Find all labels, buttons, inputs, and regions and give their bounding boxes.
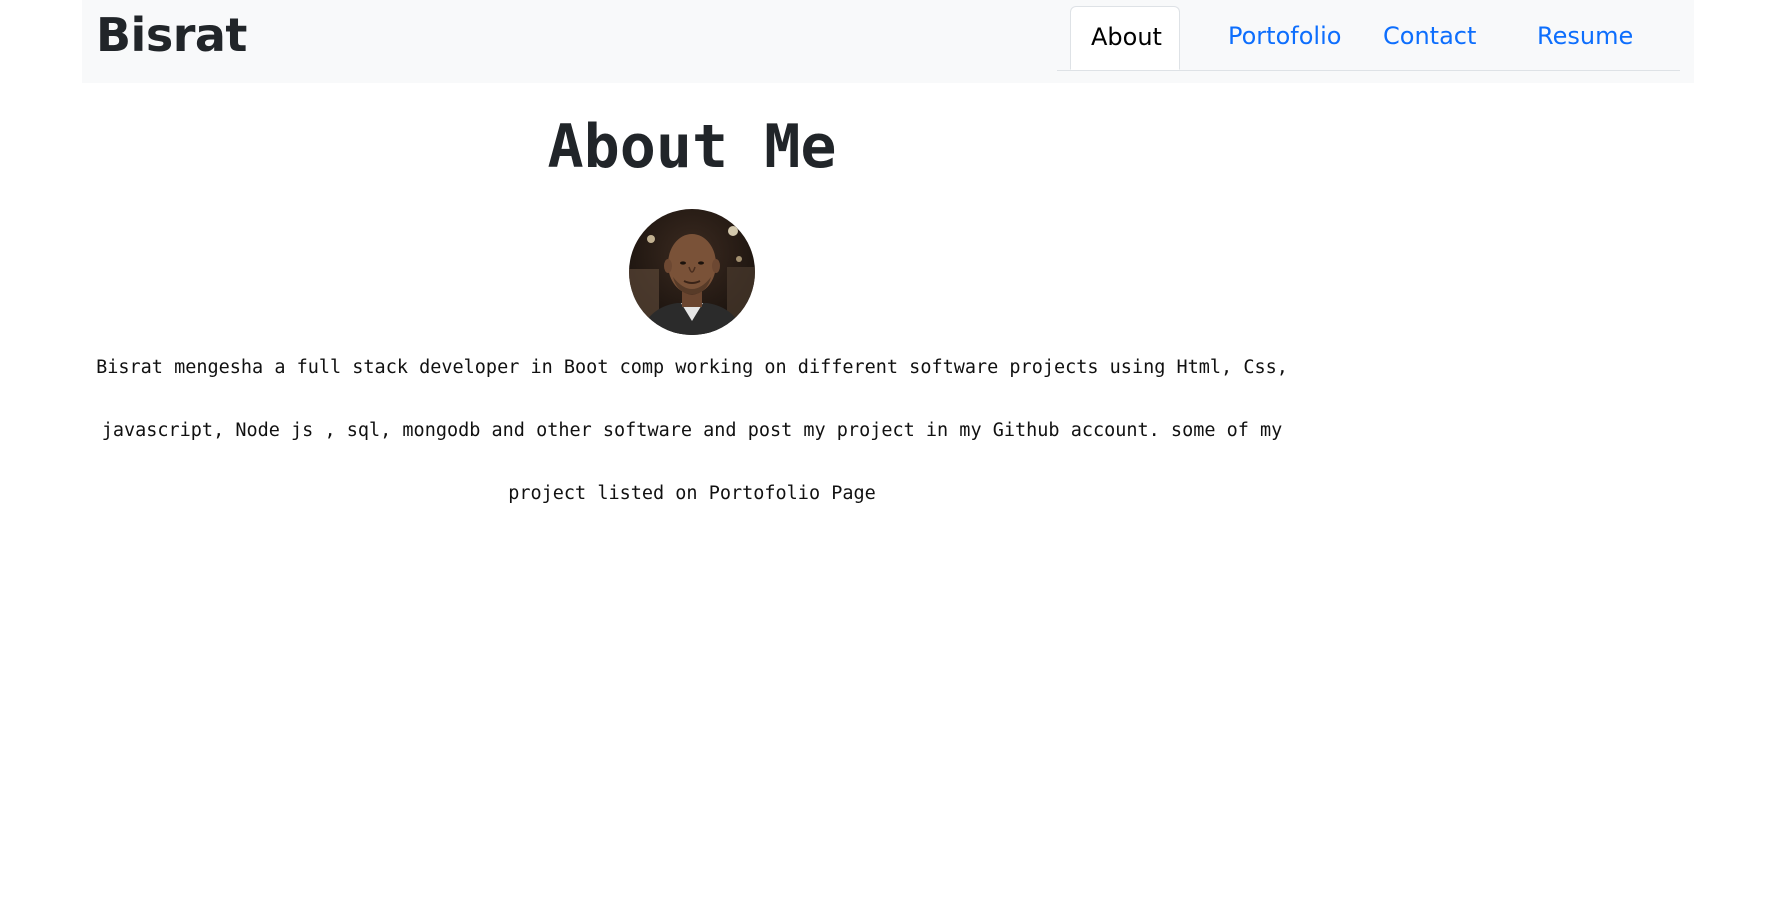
page: Bisrat About Portofolio Contact Resume A… [0,0,1776,907]
tab-about[interactable]: About [1070,6,1180,70]
tab-contact[interactable]: Contact [1363,6,1496,70]
bio-text: Bisrat mengesha a full stack developer i… [96,357,1288,504]
navbar: Bisrat About Portofolio Contact Resume [82,0,1694,83]
page-title: About Me [547,112,837,182]
brand-logo[interactable]: Bisrat [96,4,247,66]
tab-portofolio[interactable]: Portofolio [1208,6,1361,70]
avatar [629,209,755,335]
profile-photo-icon [629,226,755,335]
nav-tabs: About Portofolio Contact Resume [1057,6,1680,71]
tab-resume[interactable]: Resume [1517,6,1653,70]
